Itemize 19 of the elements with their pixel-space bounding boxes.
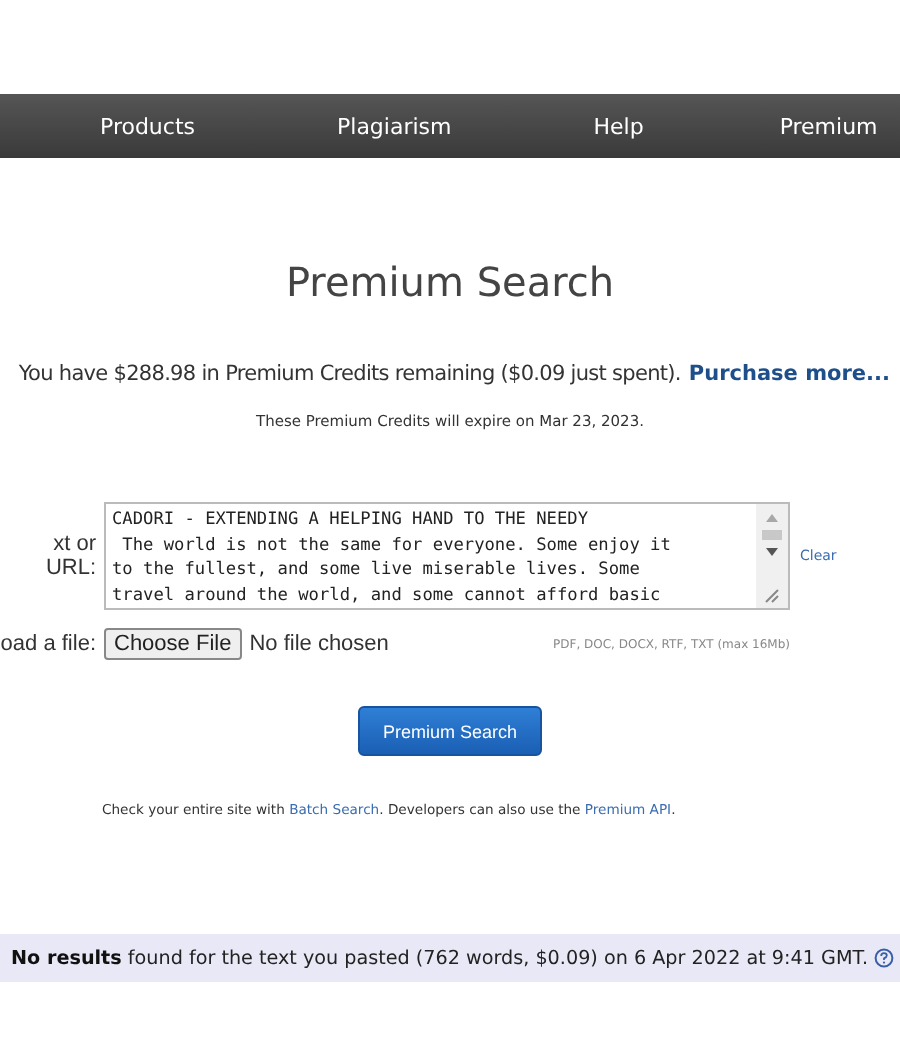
result-text: No results found for the text you pasted (762 words, $0.09) on 6 Apr 2022 at 9:41 GMT. bbox=[11, 947, 868, 969]
nav-link[interactable]: Plagiarism bbox=[337, 113, 452, 139]
credits-text: You have $288.98 in Premium Credits remaining ($0.09 just spent). bbox=[18, 362, 681, 386]
file-status: No file chosen bbox=[249, 632, 389, 656]
field-label: oad a file: bbox=[0, 632, 96, 656]
choose-file-button[interactable]: Choose File bbox=[104, 628, 242, 660]
nav-link[interactable]: Premium bbox=[779, 113, 878, 139]
purchase-link[interactable]: Purchase more... bbox=[688, 362, 890, 386]
text-area[interactable]: CADORI - EXTENDING A HELPING HAND TO THE NEEDY The world is not the same for everyone. Some enjoy it to the fullest, and some live miserable lives. Some travel around the world, and some cannot afford basic bbox=[104, 502, 790, 610]
nav-link[interactable]: Help bbox=[593, 113, 644, 139]
premium-search-button[interactable]: Premium Search bbox=[358, 706, 542, 756]
scroll-up-icon[interactable] bbox=[764, 512, 780, 524]
scroll-down-icon[interactable] bbox=[764, 546, 780, 558]
page-title: Premium Search bbox=[283, 258, 617, 310]
nav-link[interactable]: Products bbox=[100, 113, 195, 139]
help-icon[interactable] bbox=[874, 948, 894, 968]
scrollbar-thumb[interactable] bbox=[762, 530, 782, 540]
field-label: xt or URL: bbox=[43, 532, 96, 580]
resize-grip-icon[interactable] bbox=[764, 588, 780, 604]
